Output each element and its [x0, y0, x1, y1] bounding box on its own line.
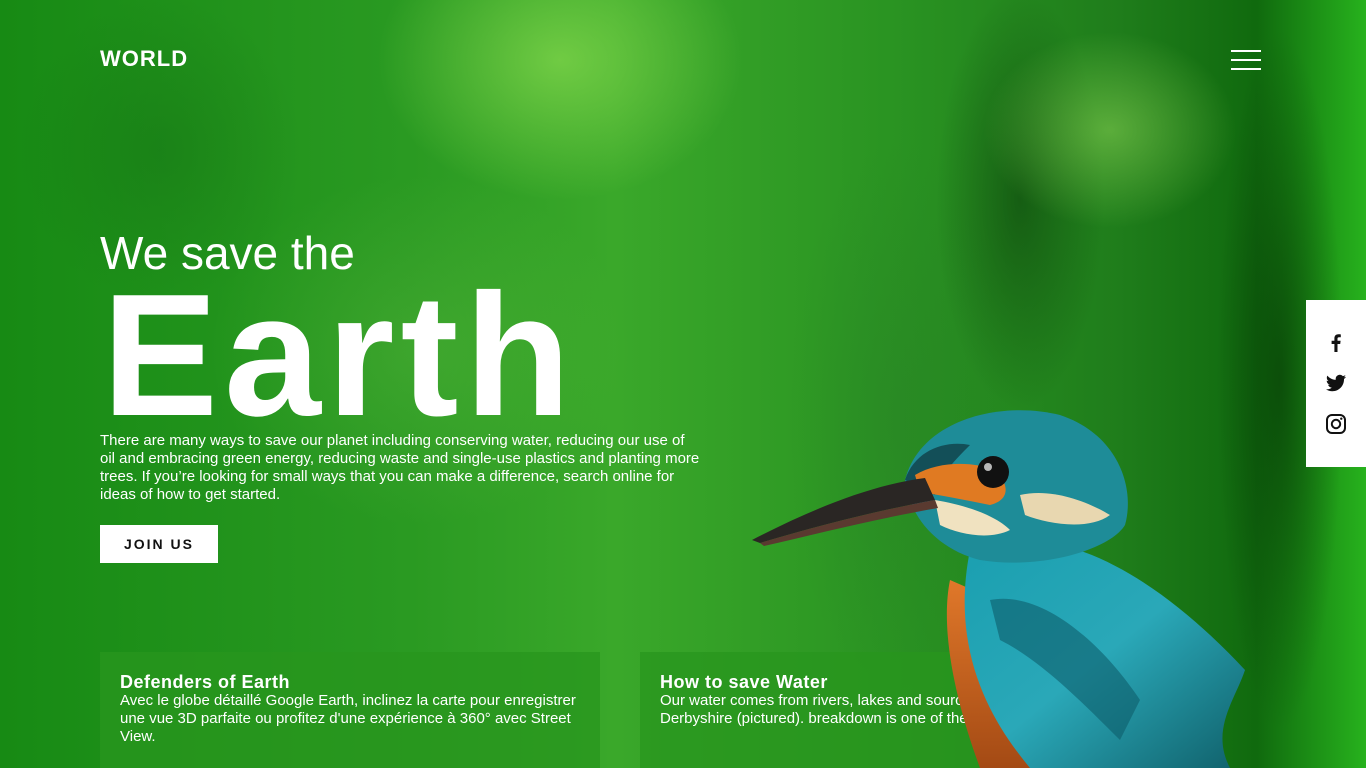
menu-line: [1231, 68, 1261, 70]
card-defenders-of-earth[interactable]: Defenders of Earth Avec le globe détaill…: [100, 652, 600, 768]
hamburger-menu-icon[interactable]: [1231, 49, 1261, 71]
brand-logo[interactable]: WORLD: [100, 46, 188, 72]
hero-intro: There are many ways to save our planet i…: [100, 432, 700, 503]
card-text: Avec le globe détaillé Google Earth, inc…: [120, 692, 576, 745]
facebook-icon[interactable]: [1324, 330, 1348, 354]
menu-line: [1231, 59, 1261, 61]
join-us-button[interactable]: JOIN US: [100, 525, 218, 563]
instagram-icon[interactable]: [1324, 412, 1348, 436]
card-title: Defenders of Earth: [120, 672, 291, 692]
kingfisher-bird-image: [752, 410, 1245, 768]
menu-line: [1231, 50, 1261, 52]
social-sidebar: [1306, 300, 1366, 467]
twitter-icon[interactable]: [1324, 371, 1348, 395]
hero-title: Earth: [102, 257, 577, 452]
